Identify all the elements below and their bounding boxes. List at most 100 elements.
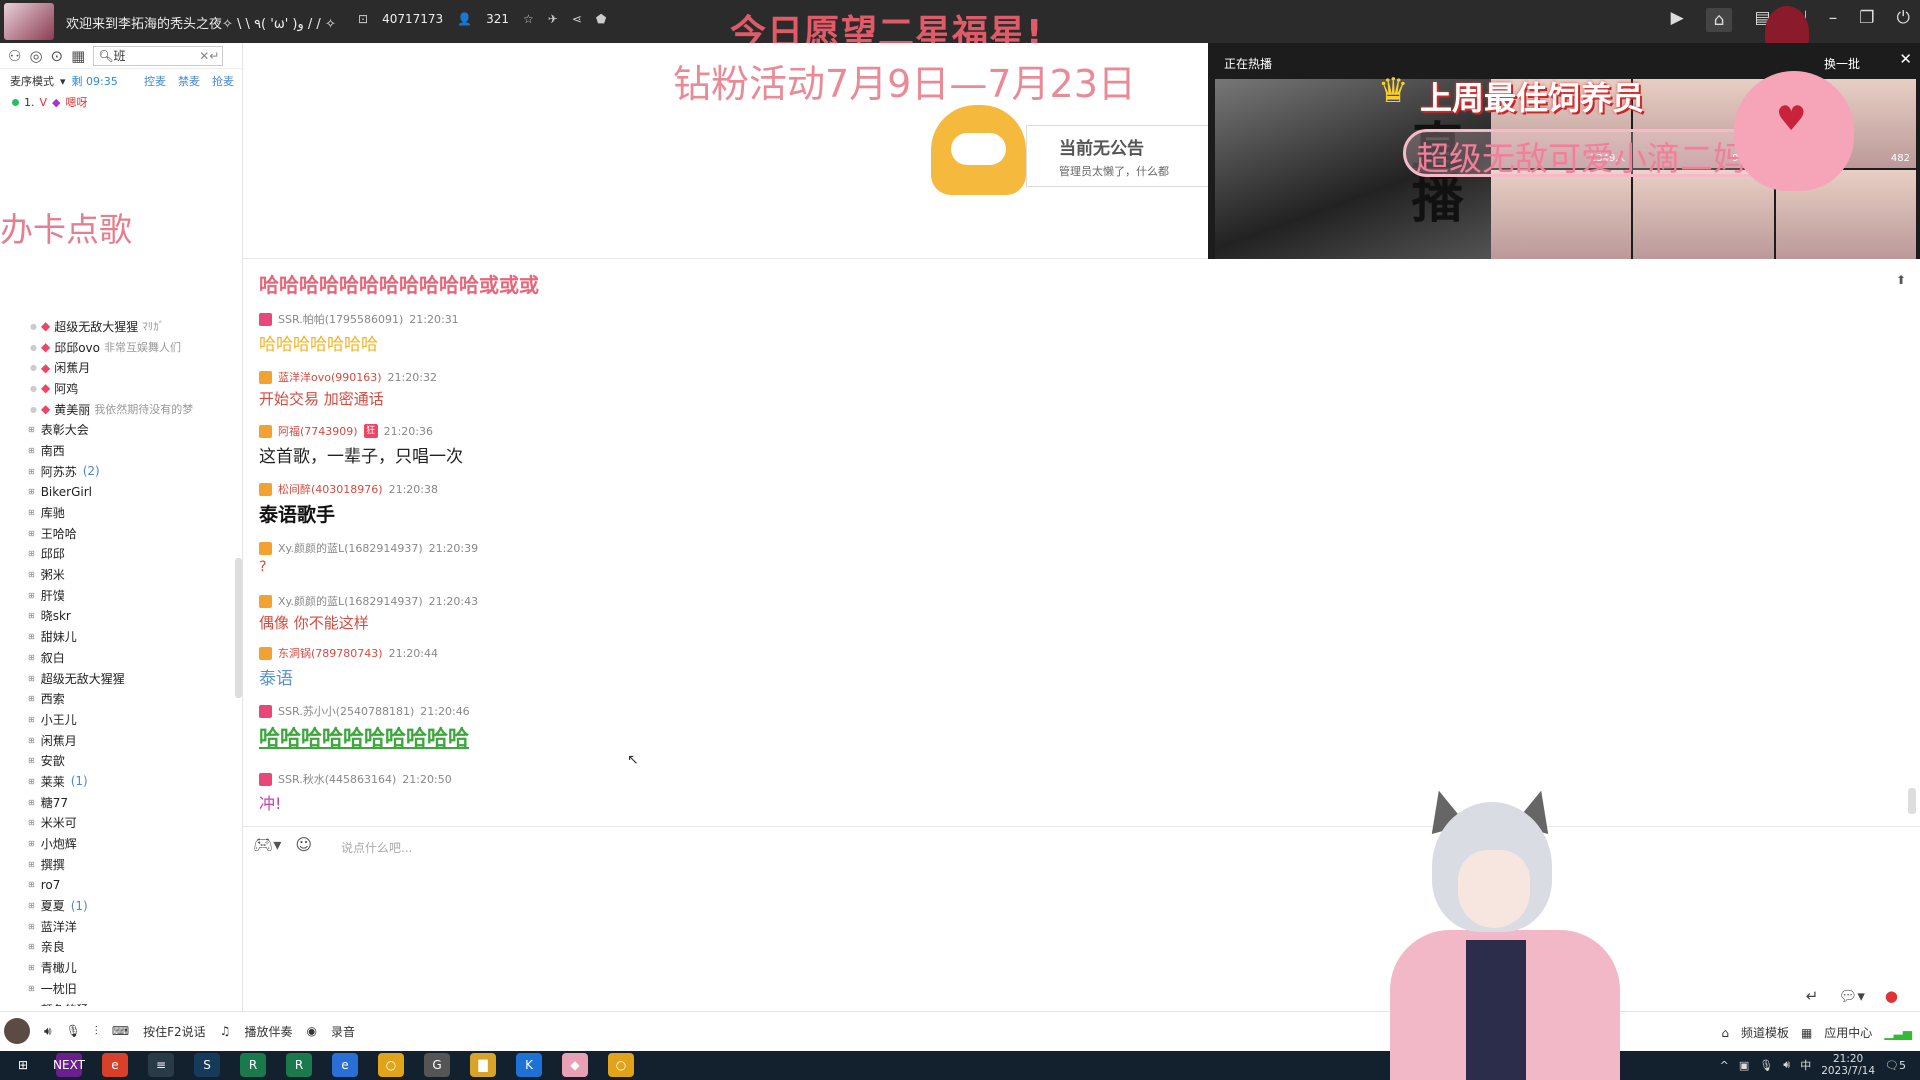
expand-icon[interactable]: ⊞ bbox=[28, 777, 35, 786]
home-icon[interactable]: ⌂ bbox=[1705, 8, 1733, 32]
channel-item[interactable]: ⊞ 王哈哈 bbox=[0, 523, 236, 544]
expand-icon[interactable]: ⊞ bbox=[28, 570, 35, 579]
channel-item[interactable]: ⊞ 亲良 bbox=[0, 937, 236, 958]
home-icon[interactable]: ⌂ bbox=[1721, 1026, 1729, 1040]
expand-icon[interactable]: ⊞ bbox=[28, 922, 35, 931]
expand-icon[interactable]: ⊞ bbox=[28, 487, 35, 496]
gift-icon[interactable]: ● bbox=[1885, 987, 1898, 1005]
channel-item[interactable]: ⊞ 一枕旧 bbox=[0, 978, 236, 999]
expand-icon[interactable]: ⊞ bbox=[28, 508, 35, 517]
expand-icon[interactable]: ⊞ bbox=[28, 798, 35, 807]
taskbar-app-icon[interactable]: e bbox=[102, 1053, 128, 1077]
notification-icon[interactable]: 🗨︎5 bbox=[1885, 1059, 1906, 1072]
windows-start-icon[interactable]: ⊞ bbox=[10, 1053, 36, 1077]
channel-item[interactable]: ⊞ 阿苏苏 (2) bbox=[0, 461, 236, 482]
volume-icon[interactable]: 🔊︎ bbox=[1783, 1058, 1790, 1072]
avatar[interactable] bbox=[4, 1018, 30, 1044]
taskbar-app-icon[interactable]: G bbox=[424, 1053, 450, 1077]
channel-item[interactable]: ⊞ 颜色的猛 bbox=[0, 999, 236, 1006]
sender-name[interactable]: Xy.颜颜的蓝L(1682914937) bbox=[278, 593, 423, 609]
ban-mic-link[interactable]: 禁麦 bbox=[178, 73, 200, 89]
expand-icon[interactable]: ⊞ bbox=[28, 529, 35, 538]
enter-icon[interactable]: ↵ bbox=[1806, 987, 1819, 1005]
expand-icon[interactable]: ⊞ bbox=[28, 1005, 35, 1006]
channel-item[interactable]: ⊞ 蓝洋洋 bbox=[0, 916, 236, 937]
sender-name[interactable]: SSR.苏小小(2540788181) bbox=[278, 703, 414, 719]
sender-name[interactable]: 阿福(7743909) bbox=[278, 423, 358, 439]
taskbar-app-icon[interactable]: R bbox=[286, 1053, 312, 1077]
refresh-link[interactable]: 换一批 bbox=[1824, 55, 1860, 72]
channel-item[interactable]: ⊞ 小炮辉 bbox=[0, 833, 236, 854]
control-mic-link[interactable]: 控麦 bbox=[144, 73, 166, 89]
sub-channel-user[interactable]: ● ◆ 阿鸡 bbox=[0, 378, 236, 399]
expand-icon[interactable]: ⊞ bbox=[28, 963, 35, 972]
channel-item[interactable]: ⊞ 小王儿 bbox=[0, 709, 236, 730]
channel-item[interactable]: ⊞ ro7 bbox=[0, 875, 236, 896]
channel-template[interactable]: 频道模板 bbox=[1741, 1024, 1789, 1041]
search-box[interactable]: 🔍︎ 班 ✕↵ bbox=[93, 45, 224, 66]
mic-icon[interactable]: ◎ bbox=[29, 47, 42, 65]
music-icon[interactable]: ♫ bbox=[220, 1024, 231, 1038]
channel-item[interactable]: ⊞ 甜妹儿 bbox=[0, 626, 236, 647]
live-thumbnail[interactable] bbox=[1633, 170, 1774, 259]
expand-icon[interactable]: ⊞ bbox=[28, 591, 35, 600]
mic-icon[interactable]: 🎙︎ bbox=[1759, 1059, 1773, 1072]
mic-icon[interactable]: 🎙︎ bbox=[66, 1024, 81, 1038]
expand-icon[interactable]: ⊞ bbox=[28, 984, 35, 993]
channel-item[interactable]: ⊞ BikerGirl bbox=[0, 482, 236, 503]
sub-channel-user[interactable]: ● ◆ 黄美丽 我依然期待没有的梦 bbox=[0, 399, 236, 420]
live-thumbnail[interactable] bbox=[1491, 170, 1632, 259]
expand-icon[interactable]: ⊞ bbox=[28, 694, 35, 703]
channel-item[interactable]: ⊞ 夏夏 (1) bbox=[0, 895, 236, 916]
expand-icon[interactable]: ⊞ bbox=[28, 611, 35, 620]
expand-icon[interactable]: ⊞ bbox=[28, 467, 35, 476]
emoji-icon[interactable]: ☺ bbox=[295, 835, 312, 854]
clock[interactable]: 21:20 2023/7/14 bbox=[1821, 1053, 1875, 1077]
expand-icon[interactable]: ⊞ bbox=[28, 901, 35, 910]
location-icon[interactable]: ⊙ bbox=[51, 47, 64, 65]
channel-item[interactable]: ⊞ 南西 bbox=[0, 440, 236, 461]
expand-icon[interactable]: ⊞ bbox=[28, 653, 35, 662]
channel-item[interactable]: ⊞ 表彰大会 bbox=[0, 419, 236, 440]
channel-item[interactable]: ⊞ 西索 bbox=[0, 688, 236, 709]
channel-item[interactable]: ⊞ 粥米 bbox=[0, 564, 236, 585]
record-button[interactable]: 录音 bbox=[331, 1023, 355, 1040]
expand-icon[interactable]: ⊞ bbox=[28, 860, 35, 869]
shield-icon[interactable]: ⬟ bbox=[596, 12, 606, 26]
sender-name[interactable]: 松间醉(403018976) bbox=[278, 481, 383, 497]
keyboard-icon[interactable]: ⌨ bbox=[112, 1024, 129, 1038]
share-icon[interactable]: ⋖ bbox=[572, 12, 582, 26]
expand-icon[interactable]: ⊞ bbox=[28, 446, 35, 455]
channel-item[interactable]: ⊞ 晓skr bbox=[0, 606, 236, 627]
gamepad-icon[interactable]: 🎮︎▾ bbox=[253, 835, 281, 854]
taskbar-app-icon[interactable]: ○ bbox=[378, 1053, 404, 1077]
sidebar-scrollbar[interactable] bbox=[235, 558, 242, 698]
grab-mic-link[interactable]: 抢麦 bbox=[212, 73, 234, 89]
taskbar-app-icon[interactable]: ○ bbox=[608, 1053, 634, 1077]
chat-scrollbar[interactable] bbox=[1908, 259, 1916, 826]
record-icon[interactable]: ◉ bbox=[306, 1024, 316, 1038]
app-center[interactable]: 应用中心 bbox=[1824, 1024, 1872, 1041]
taskbar-app-icon[interactable]: ▇ bbox=[470, 1053, 496, 1077]
mixer-icon[interactable]: ⫶ bbox=[95, 1024, 98, 1039]
star-icon[interactable]: ☆ bbox=[523, 12, 534, 26]
taskbar-app-icon[interactable]: K bbox=[516, 1053, 542, 1077]
sender-name[interactable]: 东洞锅(789780743) bbox=[278, 645, 383, 661]
sender-name[interactable]: 蓝洋洋ovo(990163) bbox=[278, 369, 382, 385]
minimize-icon[interactable]: – bbox=[1829, 8, 1838, 32]
sender-name[interactable]: SSR.帕帕(1795586091) bbox=[278, 311, 403, 327]
channel-item[interactable]: ⊞ 米米可 bbox=[0, 813, 236, 834]
taskbar-app-icon[interactable]: ◆ bbox=[562, 1053, 588, 1077]
expand-icon[interactable]: ⊞ bbox=[28, 674, 35, 683]
sub-channel-user[interactable]: ● ◆ 闲蕉月 bbox=[0, 357, 236, 378]
notes-icon[interactable]: ▦ bbox=[71, 47, 85, 65]
speaker-icon[interactable]: 🔊︎ bbox=[44, 1024, 52, 1039]
expand-icon[interactable]: ⊞ bbox=[28, 715, 35, 724]
grid-icon[interactable]: ▦ bbox=[1801, 1026, 1812, 1040]
close-icon[interactable]: ✕ bbox=[1899, 50, 1912, 68]
expand-icon[interactable]: ⊞ bbox=[28, 756, 35, 765]
sender-name[interactable]: Xy.颜颜的蓝L(1682914937) bbox=[278, 540, 423, 556]
sub-channel-user[interactable]: ● ◆ 邱邱ovo 非常互娱舞人们 bbox=[0, 337, 236, 358]
expand-icon[interactable]: ⊞ bbox=[28, 818, 35, 827]
input-language[interactable]: 中 bbox=[1800, 1057, 1811, 1073]
